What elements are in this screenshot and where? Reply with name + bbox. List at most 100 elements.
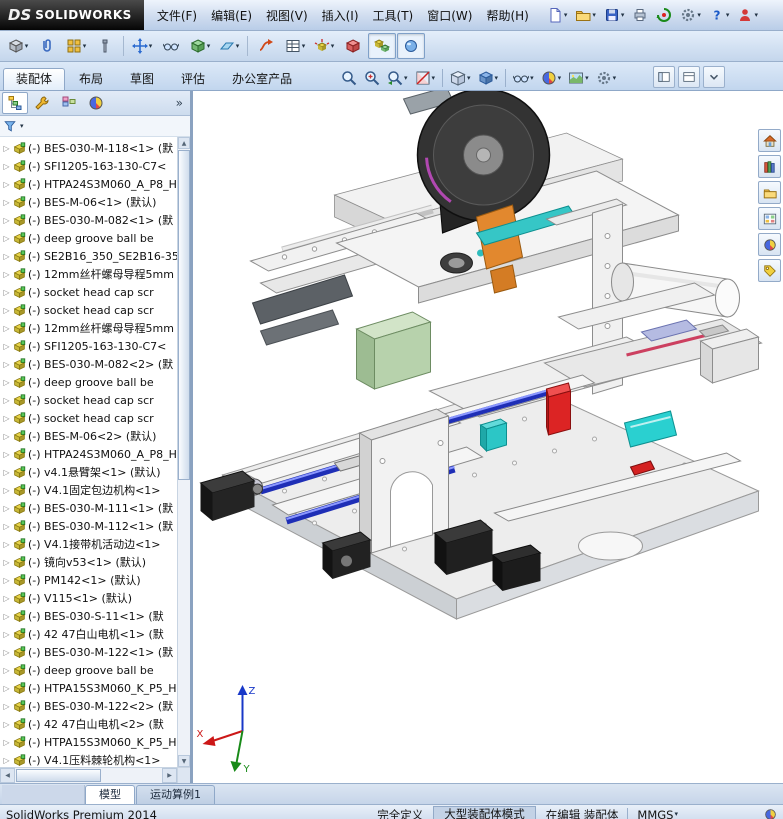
tree-item[interactable]: ▷ (-) BES-030-S-11<1> (默 xyxy=(2,607,177,625)
tree-item[interactable]: ▷ (-) SE2B16_350_SE2B16-35 xyxy=(2,247,177,265)
tree-item[interactable]: ▷ (-) 12mm丝杆螺母导程5mm xyxy=(2,319,177,337)
scroll-up-arrow[interactable]: ▲ xyxy=(178,137,190,149)
collapse-ribbon-button[interactable] xyxy=(703,66,725,88)
tree-item[interactable]: ▷ (-) deep groove ball be xyxy=(2,661,177,679)
tree-item[interactable]: ▷ (-) PM142<1> (默认) xyxy=(2,571,177,589)
tree-item[interactable]: ▷ (-) V4.1固定包边机构<1> xyxy=(2,481,177,499)
solidworks-resources-button[interactable] xyxy=(758,129,781,152)
tab-motion-study-1[interactable]: 运动算例1 xyxy=(136,785,215,804)
filter-funnel-icon[interactable] xyxy=(3,119,17,133)
displaymanager-tab[interactable] xyxy=(83,92,109,114)
tree-item[interactable]: ▷ (-) BES-030-M-082<2> (默 xyxy=(2,355,177,373)
user-login-button[interactable]: ▾ xyxy=(734,4,761,26)
view-settings-button[interactable]: ▾ xyxy=(593,65,620,91)
tree-item[interactable]: ▷ (-) socket head cap scr xyxy=(2,391,177,409)
large-assembly-mode-button[interactable] xyxy=(368,33,396,59)
menu-tools[interactable]: 工具(T) xyxy=(366,3,421,28)
expand-arrow-icon[interactable]: ▷ xyxy=(2,522,11,531)
display-style-button[interactable]: ▾ xyxy=(475,65,502,91)
expand-arrow-icon[interactable]: ▷ xyxy=(2,180,11,189)
quick-tips-icon[interactable] xyxy=(764,808,777,819)
linear-component-pattern-button[interactable]: ▾ xyxy=(62,33,90,59)
units-selector[interactable]: MMGS xyxy=(637,808,673,819)
expand-arrow-icon[interactable]: ▷ xyxy=(2,702,11,711)
show-hidden-components-button[interactable] xyxy=(157,33,185,59)
expand-arrow-icon[interactable]: ▷ xyxy=(2,576,11,585)
toggle-left-pane-button[interactable] xyxy=(653,66,675,88)
custom-properties-button[interactable] xyxy=(758,259,781,282)
tree-item[interactable]: ▷ (-) BES-030-M-118<1> (默 xyxy=(2,139,177,157)
mate-button[interactable] xyxy=(33,33,61,59)
tree-item[interactable]: ▷ (-) 12mm丝杆螺母导程5mm xyxy=(2,265,177,283)
tree-item[interactable]: ▷ (-) V115<1> (默认) xyxy=(2,589,177,607)
options-button[interactable]: ▾ xyxy=(677,4,704,26)
file-explorer-button[interactable] xyxy=(758,181,781,204)
tree-item[interactable]: ▷ (-) BES-030-M-111<1> (默 xyxy=(2,499,177,517)
expand-arrow-icon[interactable]: ▷ xyxy=(2,252,11,261)
scrollbar-thumb[interactable] xyxy=(178,150,190,480)
expand-arrow-icon[interactable]: ▷ xyxy=(2,306,11,315)
units-caret-icon[interactable]: ▾ xyxy=(674,811,678,818)
menu-help[interactable]: 帮助(H) xyxy=(479,3,535,28)
tree-item[interactable]: ▷ (-) socket head cap scr xyxy=(2,283,177,301)
expand-arrow-icon[interactable]: ▷ xyxy=(2,378,11,387)
expand-arrow-icon[interactable]: ▷ xyxy=(2,738,11,747)
expand-arrow-icon[interactable]: ▷ xyxy=(2,612,11,621)
design-library-button[interactable] xyxy=(758,155,781,178)
save-button[interactable]: ▾ xyxy=(601,4,628,26)
expand-arrow-icon[interactable]: ▷ xyxy=(2,234,11,243)
tree-item[interactable]: ▷ (-) BES-M-06<1> (默认) xyxy=(2,193,177,211)
menu-insert[interactable]: 插入(I) xyxy=(315,3,366,28)
section-view-button[interactable]: ▾ xyxy=(412,65,439,91)
tab-evaluate[interactable]: 评估 xyxy=(168,68,218,90)
interference-detection-button[interactable] xyxy=(339,33,367,59)
tree-item[interactable]: ▷ (-) SFI1205-163-130-C7< xyxy=(2,337,177,355)
menu-file[interactable]: 文件(F) xyxy=(150,3,204,28)
tree-item[interactable]: ▷ (-) BES-030-M-082<1> (默 xyxy=(2,211,177,229)
expand-arrow-icon[interactable]: ▷ xyxy=(2,396,11,405)
cad-model[interactable]: Z X Y xyxy=(193,91,783,783)
scroll-left-arrow[interactable]: ◀ xyxy=(0,768,15,783)
expand-arrow-icon[interactable]: ▷ xyxy=(2,666,11,675)
tree-item[interactable]: ▷ (-) socket head cap scr xyxy=(2,301,177,319)
tree-item[interactable]: ▷ (-) HTPA24S3M060_A_P8_H xyxy=(2,445,177,463)
tree-item[interactable]: ▷ (-) V4.1压料棘轮机构<1> xyxy=(2,751,177,767)
panel-overflow-button[interactable]: » xyxy=(171,96,188,110)
view-orientation-button[interactable]: ▾ xyxy=(447,65,474,91)
tree-item[interactable]: ▷ (-) HTPA15S3M060_K_P5_H xyxy=(2,733,177,751)
expand-arrow-icon[interactable]: ▷ xyxy=(2,414,11,423)
tree-item[interactable]: ▷ (-) BES-M-06<2> (默认) xyxy=(2,427,177,445)
tree-item[interactable]: ▷ (-) V4.1接带机活动边<1> xyxy=(2,535,177,553)
expand-arrow-icon[interactable]: ▷ xyxy=(2,342,11,351)
tree-item[interactable]: ▷ (-) 42 47白山电机<1> (默 xyxy=(2,625,177,643)
exploded-view-button[interactable]: ▾ xyxy=(310,33,338,59)
scrollbar-thumb[interactable] xyxy=(16,769,102,782)
help-button[interactable]: ? ▾ xyxy=(706,4,733,26)
apply-scene-button[interactable]: ▾ xyxy=(565,65,592,91)
expand-arrow-icon[interactable]: ▷ xyxy=(2,756,11,765)
scrollbar-track[interactable] xyxy=(15,768,162,783)
tree-item[interactable]: ▷ (-) deep groove ball be xyxy=(2,373,177,391)
zoom-to-area-button[interactable] xyxy=(361,65,383,91)
expand-arrow-icon[interactable]: ▷ xyxy=(2,270,11,279)
expand-arrow-icon[interactable]: ▷ xyxy=(2,360,11,369)
tree-item[interactable]: ▷ (-) HTPA24S3M060_A_P8_H xyxy=(2,175,177,193)
expand-arrow-icon[interactable]: ▷ xyxy=(2,198,11,207)
appearances-scenes-button[interactable] xyxy=(758,233,781,256)
tree-item[interactable]: ▷ (-) deep groove ball be xyxy=(2,229,177,247)
expand-arrow-icon[interactable]: ▷ xyxy=(2,216,11,225)
expand-arrow-icon[interactable]: ▷ xyxy=(2,162,11,171)
edit-appearance-button[interactable]: ▾ xyxy=(538,65,565,91)
propertymanager-tab[interactable] xyxy=(29,92,55,114)
expand-arrow-icon[interactable]: ▷ xyxy=(2,648,11,657)
tab-model[interactable]: 模型 xyxy=(85,785,135,804)
move-component-button[interactable]: ▾ xyxy=(128,33,156,59)
expand-arrow-icon[interactable]: ▷ xyxy=(2,288,11,297)
new-motion-study-button[interactable] xyxy=(252,33,280,59)
expand-arrow-icon[interactable]: ▷ xyxy=(2,468,11,477)
scroll-down-arrow[interactable]: ▼ xyxy=(178,755,190,767)
expand-arrow-icon[interactable]: ▷ xyxy=(2,144,11,153)
new-document-button[interactable]: ▾ xyxy=(544,4,571,26)
featuremanager-tree-tab[interactable] xyxy=(2,92,28,114)
tree-item[interactable]: ▷ (-) BES-030-M-122<1> (默 xyxy=(2,643,177,661)
